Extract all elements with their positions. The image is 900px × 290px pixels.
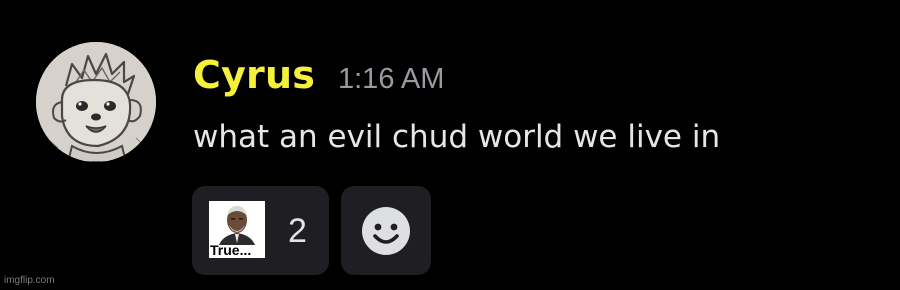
sketch-character-avatar-icon — [36, 42, 156, 162]
chat-message: Cyrus 1:16 AM what an evil chud world we… — [0, 0, 900, 290]
true-meme-image-emoji-icon: True... — [209, 201, 265, 258]
smiley-face-icon — [362, 207, 410, 255]
message-content: what an evil chud world we live in — [193, 119, 721, 155]
reaction-emoji-caption: True... — [210, 242, 252, 258]
reaction-count: 2 — [288, 212, 307, 250]
message-author[interactable]: Cyrus — [193, 51, 315, 99]
watermark: imgflip.com — [4, 275, 55, 286]
reaction-true[interactable]: True... 2 — [192, 186, 329, 275]
add-reaction-button[interactable] — [341, 186, 431, 275]
user-avatar[interactable] — [36, 42, 156, 162]
message-timestamp: 1:16 AM — [338, 63, 445, 95]
